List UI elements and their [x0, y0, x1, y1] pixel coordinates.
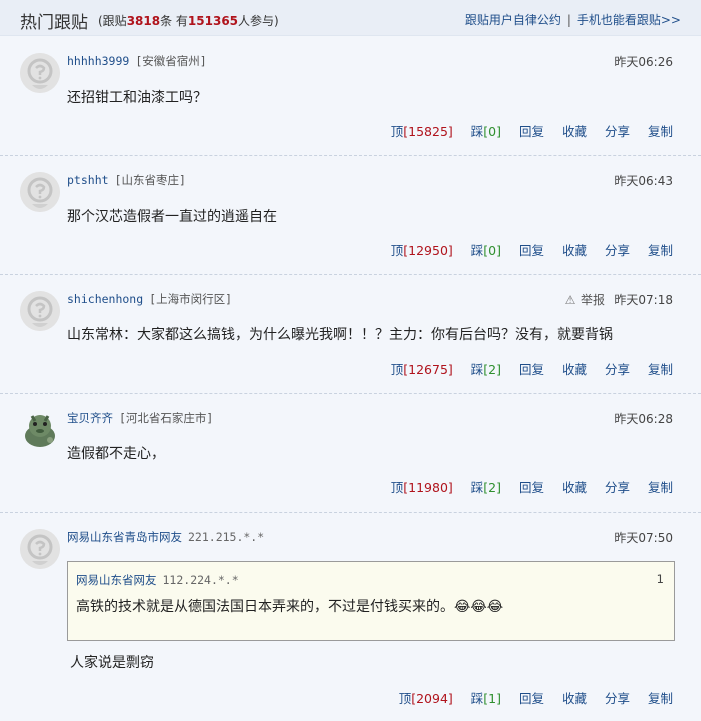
comment-actions: 顶[2094] 踩[1] 回复 收藏 分享 复制	[385, 688, 673, 707]
username-link[interactable]: 网易山东省青岛市网友	[67, 530, 182, 544]
reply-button[interactable]: 回复	[519, 480, 544, 495]
comment-actions: 顶[15825] 踩[0] 回复 收藏 分享 复制	[377, 121, 673, 140]
comment-item: ptshht [山东省枣庄] 昨天06:43 那个汉芯造假者一直过的逍遥自在 顶[…	[0, 156, 701, 275]
mobile-link[interactable]: 手机也能看跟贴>>	[577, 13, 681, 27]
share-button[interactable]: 分享	[605, 243, 630, 258]
username-link[interactable]: shichenhong	[67, 292, 143, 306]
comment-meta: hhhhh3999 [安徽省宿州]	[67, 53, 207, 69]
share-button[interactable]: 分享	[605, 691, 630, 706]
share-button[interactable]: 分享	[605, 124, 630, 139]
upvote-button[interactable]: 顶[2094]	[399, 691, 453, 706]
default-avatar-icon[interactable]	[20, 53, 60, 93]
favorite-button[interactable]: 收藏	[562, 362, 587, 377]
comment-actions: 顶[12675] 踩[2] 回复 收藏 分享 复制	[377, 359, 673, 378]
user-avatar-icon[interactable]	[20, 410, 60, 450]
copy-button[interactable]: 复制	[648, 243, 673, 258]
downvote-button[interactable]: 踩[0]	[471, 243, 501, 258]
share-button[interactable]: 分享	[605, 480, 630, 495]
comment-time: 昨天07:50	[614, 531, 673, 545]
username-link[interactable]: ptshht	[67, 173, 109, 187]
default-avatar-icon[interactable]	[20, 291, 60, 331]
username-link[interactable]: hhhhh3999	[67, 54, 129, 68]
favorite-button[interactable]: 收藏	[562, 243, 587, 258]
favorite-button[interactable]: 收藏	[562, 124, 587, 139]
downvote-button[interactable]: 踩[2]	[471, 480, 501, 495]
quote-ip: 112.224.*.*	[162, 573, 239, 587]
comment-time: 昨天07:18	[614, 293, 673, 307]
share-button[interactable]: 分享	[605, 362, 630, 377]
comment-item: shichenhong [上海市闵行区] ⚠ 举报 昨天07:18 山东常林：大家都…	[0, 275, 701, 394]
default-avatar-icon[interactable]	[20, 172, 60, 212]
comment-time: 昨天06:43	[614, 174, 673, 188]
comment-meta: shichenhong [上海市闵行区]	[67, 291, 232, 307]
comment-time: 昨天06:28	[614, 412, 673, 426]
upvote-button[interactable]: 顶[15825]	[391, 124, 453, 139]
quote-text: 高铁的技术就是从德国法国日本弄来的，不过是付钱买来的。😂😂😂	[76, 599, 504, 615]
comment-text: 还招钳工和油漆工吗？	[67, 90, 207, 106]
comment-text: 造假都不走心，	[67, 446, 165, 462]
user-location: [河北省石家庄市]	[119, 411, 214, 425]
participant-count: 151365	[187, 14, 239, 28]
copy-button[interactable]: 复制	[648, 124, 673, 139]
default-avatar-icon[interactable]	[20, 529, 60, 569]
user-location: [安徽省宿州]	[135, 54, 207, 68]
comment-text: 人家说是剽窃	[70, 655, 154, 671]
reply-button[interactable]: 回复	[519, 243, 544, 258]
comment-stats: (跟贴3818条 有151365人参与)	[98, 14, 279, 28]
comment-item: 宝贝齐齐 [河北省石家庄市] 昨天06:28 造假都不走心， 顶[11980] 踩…	[0, 394, 701, 513]
user-ip: 221.215.*.*	[188, 530, 265, 544]
report-button[interactable]: ⚠ 举报	[563, 291, 605, 308]
comments-header: 热门跟贴 (跟贴3818条 有151365人参与) 跟贴用户自律公约 | 手机也能看…	[0, 0, 701, 36]
section-title: 热门跟贴	[20, 13, 88, 33]
favorite-button[interactable]: 收藏	[562, 480, 587, 495]
post-count: 3818	[126, 14, 161, 28]
copy-button[interactable]: 复制	[648, 691, 673, 706]
reply-button[interactable]: 回复	[519, 124, 544, 139]
rules-link[interactable]: 跟贴用户自律公约	[465, 13, 561, 27]
comment-item: 网易山东省青岛市网友 221.215.*.* 昨天07:50 网易山东省网友 112…	[0, 513, 701, 721]
downvote-button[interactable]: 踩[2]	[471, 362, 501, 377]
upvote-button[interactable]: 顶[11980]	[391, 480, 453, 495]
reply-button[interactable]: 回复	[519, 691, 544, 706]
downvote-button[interactable]: 踩[0]	[471, 124, 501, 139]
comment-item: hhhhh3999 [安徽省宿州] 昨天06:26 还招钳工和油漆工吗？ 顶[15…	[0, 37, 701, 156]
comment-actions: 顶[12950] 踩[0] 回复 收藏 分享 复制	[377, 240, 673, 259]
reply-button[interactable]: 回复	[519, 362, 544, 377]
floor-number: 1	[656, 572, 664, 586]
quote-meta: 网易山东省网友 112.224.*.*	[76, 572, 239, 588]
comment-text: 山东常林：大家都这么搞钱，为什么曝光我啊！！？主力：你有后台吗？没有，就要背锅	[67, 327, 613, 343]
quote-username-link[interactable]: 网易山东省网友	[76, 573, 157, 587]
downvote-button[interactable]: 踩[1]	[471, 691, 501, 706]
username-link[interactable]: 宝贝齐齐	[67, 411, 113, 425]
upvote-button[interactable]: 顶[12950]	[391, 243, 453, 258]
comment-actions: 顶[11980] 踩[2] 回复 收藏 分享 复制	[377, 477, 673, 496]
user-location: [山东省枣庄]	[114, 173, 186, 187]
upvote-button[interactable]: 顶[12675]	[391, 362, 453, 377]
warning-icon: ⚠	[564, 293, 576, 307]
comment-meta: ptshht [山东省枣庄]	[67, 172, 186, 188]
user-location: [上海市闵行区]	[149, 292, 233, 306]
copy-button[interactable]: 复制	[648, 480, 673, 495]
comment-text: 那个汉芯造假者一直过的逍遥自在	[67, 209, 277, 225]
copy-button[interactable]: 复制	[648, 362, 673, 377]
favorite-button[interactable]: 收藏	[562, 691, 587, 706]
quoted-comment: 网易山东省网友 112.224.*.* 1 高铁的技术就是从德国法国日本弄来的，不…	[67, 561, 675, 641]
comment-meta: 宝贝齐齐 [河北省石家庄市]	[67, 410, 213, 426]
comment-meta: 网易山东省青岛市网友 221.215.*.*	[67, 529, 264, 545]
comment-time: 昨天06:26	[614, 55, 673, 69]
header-links: 跟贴用户自律公约 | 手机也能看跟贴>>	[464, 13, 681, 27]
